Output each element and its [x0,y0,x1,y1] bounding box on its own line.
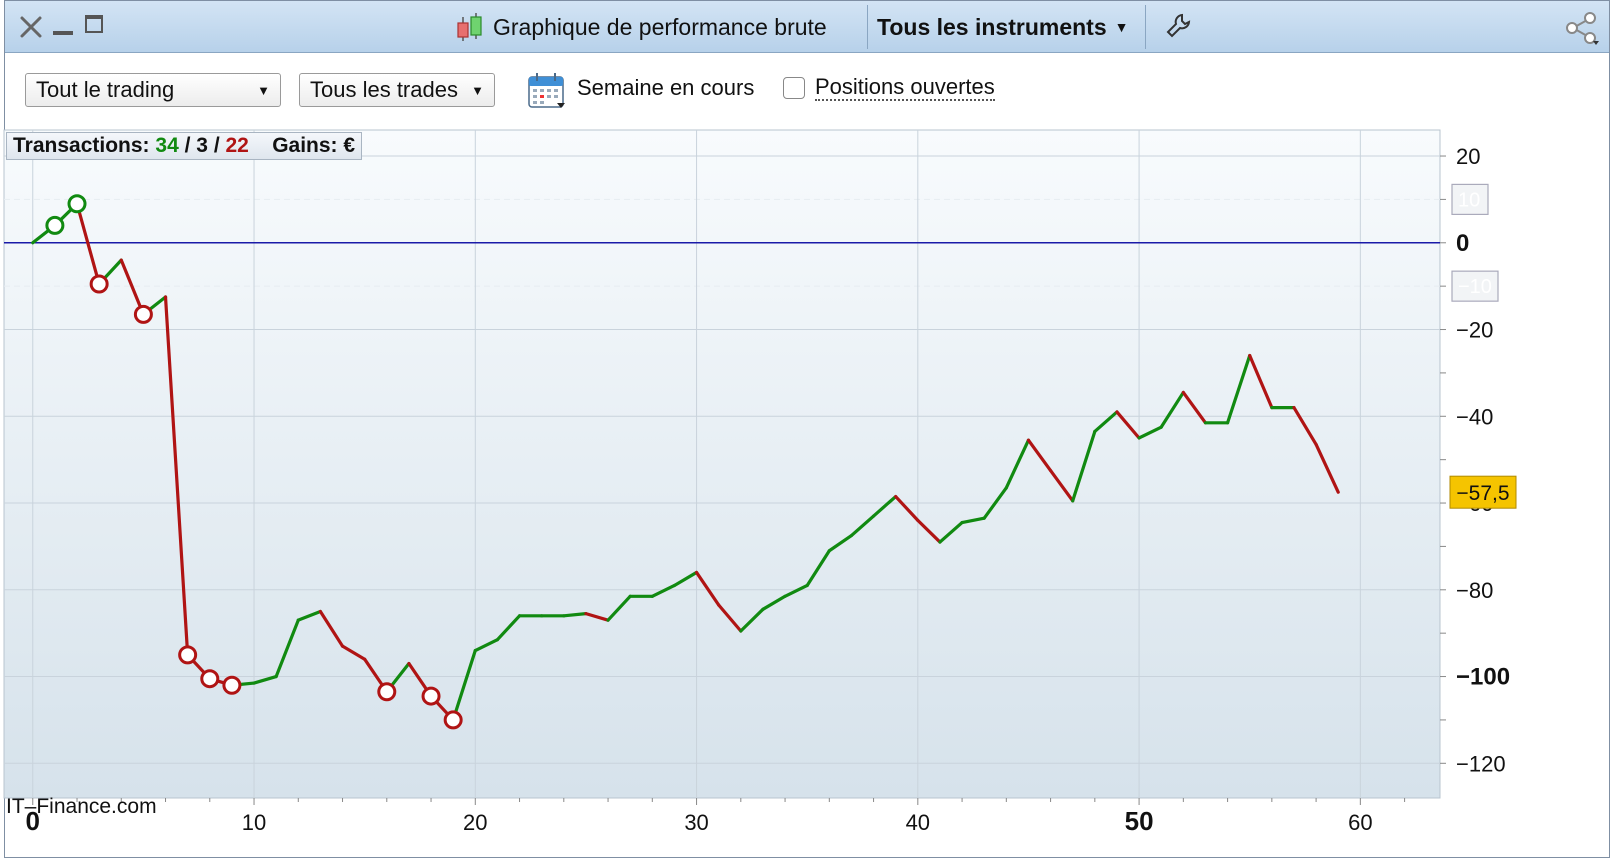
neutral-count: 3 [196,134,208,157]
transactions-summary: Transactions: 34 / 3 / 22 Gains: € [6,132,363,160]
x-tick-label: 20 [463,810,487,835]
losses-count: 22 [225,134,249,157]
x-tick-label: 40 [906,810,930,835]
win-marker [45,215,65,235]
x-tick-label: 60 [1348,810,1372,835]
y-tick-label: −120 [1456,751,1506,776]
loss-marker [200,669,220,689]
y-tick-label: −40 [1456,404,1493,429]
current-value-label: −57,5 [1456,482,1509,505]
y-tick-label: −100 [1456,664,1510,691]
loss-marker [377,682,397,702]
x-tick-label: 10 [242,810,266,835]
wins-count: 34 [155,134,179,157]
series-segment [562,612,588,618]
transactions-label: Transactions: [13,134,150,157]
loss-marker [421,686,441,706]
watermark: IT–Finance.com [6,795,157,818]
x-tick-label: 30 [684,810,708,835]
y-tick-label: −80 [1456,578,1493,603]
performance-chart: 200−20−40−60−80−100−12010−10010203040506… [3,129,1517,836]
separator: / [213,134,220,157]
y-tick-label: −20 [1456,318,1493,343]
win-marker [67,194,87,214]
loss-marker [178,645,198,665]
gains-label: Gains: € [272,134,356,157]
separator: / [184,134,191,157]
y-tick-label: 20 [1456,144,1480,169]
loss-marker [133,304,153,324]
x-tick-label: 50 [1125,806,1154,836]
loss-marker [89,274,109,294]
minor-y-label: 10 [1458,189,1480,211]
loss-marker [443,710,463,730]
y-tick-label: 0 [1456,230,1469,257]
plot-background [3,129,1441,799]
loss-marker [222,675,242,695]
minor-y-label: −10 [1458,276,1492,298]
